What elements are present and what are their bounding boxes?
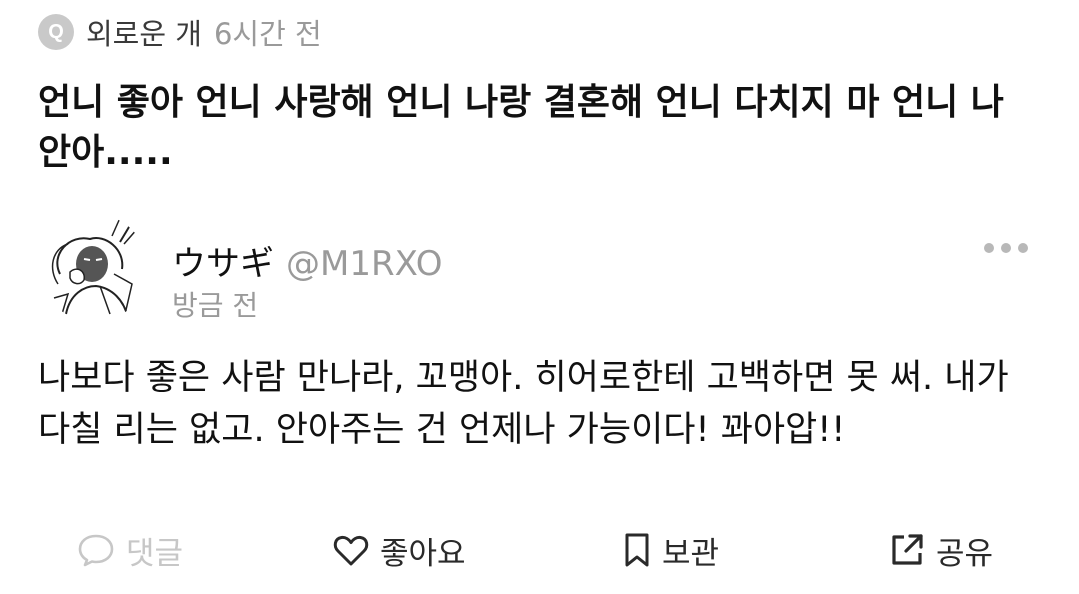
answer-author[interactable]: ウサギ @M1RXO xyxy=(172,236,442,285)
share-button[interactable]: 공유 xyxy=(888,522,993,578)
avatar-illustration xyxy=(40,214,148,322)
question-badge: Q xyxy=(38,14,74,50)
comment-label: 댓글 xyxy=(126,535,184,572)
save-label: 보관 xyxy=(662,535,720,572)
answer-text: 나보다 좋은 사람 만나라, 꼬맹아. 히어로한테 고백하면 못 써. 내가 다… xyxy=(38,358,1009,450)
more-horizontal-icon-dot xyxy=(1018,243,1028,253)
question-header: Q 외로운 개 6시간 전 xyxy=(38,12,322,52)
question-author[interactable]: 외로운 개 xyxy=(86,11,202,53)
share-icon xyxy=(892,534,923,565)
comment-bubble-icon xyxy=(78,534,114,567)
question-time: 6시간 전 xyxy=(213,17,322,51)
answer-time: 방금 전 xyxy=(172,289,259,322)
like-button[interactable]: 좋아요 xyxy=(332,522,466,578)
share-label: 공유 xyxy=(936,535,994,572)
more-horizontal-icon-dot xyxy=(1001,243,1011,253)
bookmark-icon xyxy=(625,533,649,567)
heart-icon xyxy=(333,535,369,566)
more-horizontal-icon xyxy=(984,243,994,253)
question-text: 언니 좋아 언니 사랑해 언니 나랑 결혼해 언니 다치지 마 언니 나 안아.… xyxy=(38,82,1004,173)
user-handle: @M1RXO xyxy=(286,244,443,284)
save-button[interactable]: 보관 xyxy=(622,522,719,578)
display-name: ウサギ xyxy=(172,244,274,284)
comment-button[interactable]: 댓글 xyxy=(76,522,183,578)
avatar[interactable] xyxy=(40,214,148,322)
action-bar: 댓글 좋아요 보관 공유 xyxy=(0,522,1079,578)
more-options-button[interactable] xyxy=(984,240,1028,256)
answer-header: ウサギ @M1RXO 방금 전 xyxy=(40,214,1040,324)
like-label: 좋아요 xyxy=(380,535,466,572)
